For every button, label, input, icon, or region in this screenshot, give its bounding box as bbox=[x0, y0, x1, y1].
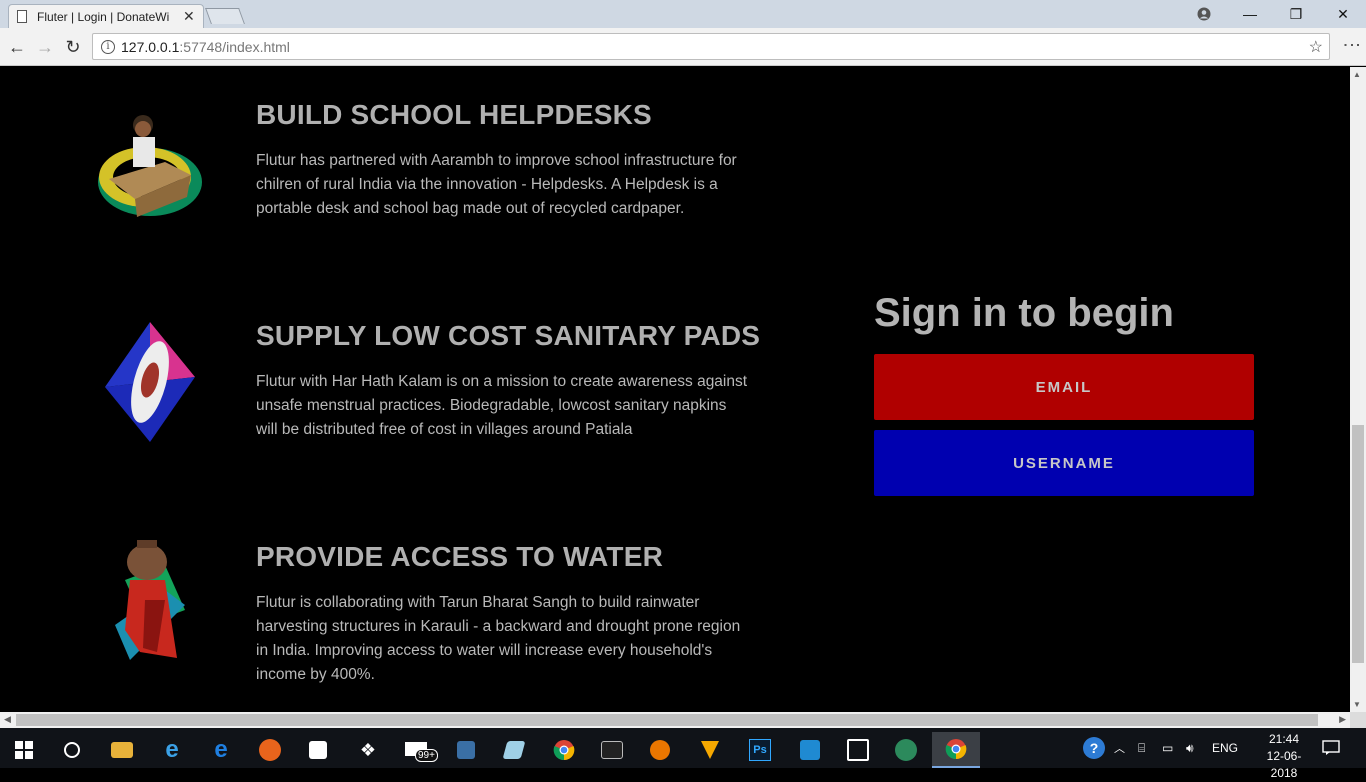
helpdesk-illustration bbox=[98, 115, 202, 217]
system-clock[interactable]: 21:44 12-06-2018 bbox=[1254, 731, 1314, 782]
scrollbar-corner bbox=[1350, 712, 1366, 728]
store-icon[interactable] bbox=[294, 732, 342, 768]
url-host: 127.0.0.1 bbox=[121, 38, 180, 55]
show-hidden-icons[interactable]: ︿ bbox=[1114, 728, 1125, 768]
photoshop-icon[interactable]: Ps bbox=[736, 732, 784, 768]
cortana-search-icon[interactable] bbox=[48, 732, 96, 768]
terminal-icon[interactable] bbox=[588, 732, 636, 768]
blender-icon[interactable] bbox=[636, 732, 684, 768]
forward-arrow-icon[interactable]: → bbox=[34, 36, 56, 58]
network-icon[interactable]: ⌸ bbox=[1138, 728, 1145, 768]
python-icon[interactable] bbox=[442, 732, 490, 768]
action-center-icon[interactable] bbox=[1322, 728, 1340, 768]
signin-title: Sign in to begin bbox=[874, 291, 1174, 335]
email-signin-button[interactable]: EMAIL bbox=[874, 354, 1254, 420]
username-signin-button[interactable]: USERNAME bbox=[874, 430, 1254, 496]
tab-title: Fluter | Login | DonateWi bbox=[37, 9, 170, 24]
notes-app-icon[interactable] bbox=[490, 732, 538, 768]
atom-icon[interactable] bbox=[882, 732, 930, 768]
info-icon[interactable]: i bbox=[101, 39, 115, 54]
clock-date: 12-06-2018 bbox=[1266, 749, 1302, 780]
vscode-icon[interactable] bbox=[786, 732, 834, 768]
cause-title: PROVIDE ACCESS TO WATER bbox=[256, 541, 664, 572]
scroll-down-icon[interactable]: ▼ bbox=[1353, 700, 1361, 709]
reload-icon[interactable]: ↻ bbox=[62, 36, 84, 58]
horizontal-scroll-thumb[interactable] bbox=[16, 714, 1318, 726]
mail-badge-icon[interactable]: 99+ bbox=[394, 732, 442, 768]
vertical-scrollbar[interactable]: ▲ ▼ bbox=[1350, 67, 1366, 712]
app-window-icon[interactable] bbox=[834, 732, 882, 768]
tab-close-icon[interactable]: ✕ bbox=[183, 8, 195, 25]
edge-icon[interactable]: e bbox=[197, 732, 245, 768]
cause-title: BUILD SCHOOL HELPDESKS bbox=[256, 99, 652, 130]
url-path: :57748/index.html bbox=[179, 38, 290, 55]
help-icon[interactable]: ? bbox=[1083, 728, 1105, 768]
vlc-icon[interactable] bbox=[686, 732, 734, 768]
file-explorer-icon[interactable] bbox=[98, 732, 146, 768]
document-icon bbox=[17, 10, 27, 23]
sanitary-pad-illustration bbox=[105, 322, 195, 442]
internet-explorer-icon[interactable]: e bbox=[148, 732, 196, 768]
notification-badge: 99+ bbox=[415, 749, 438, 762]
bookmark-star-icon[interactable]: ☆ bbox=[1309, 37, 1323, 57]
window-close-icon[interactable]: ✕ bbox=[1320, 0, 1366, 28]
browser-toolbar: ← → ↻ i 127.0.0.1:57748/index.html ☆ ⋮ bbox=[0, 28, 1366, 66]
cause-description: Flutur with Har Hath Kalam is on a missi… bbox=[256, 373, 748, 438]
chrome-icon[interactable] bbox=[540, 732, 588, 768]
new-tab-button[interactable] bbox=[205, 8, 245, 24]
dropbox-icon[interactable]: ❖ bbox=[344, 732, 392, 768]
water-pot-illustration bbox=[115, 540, 185, 660]
back-arrow-icon[interactable]: ← bbox=[6, 36, 28, 58]
language-indicator[interactable]: ENG bbox=[1212, 728, 1238, 768]
chrome-active-icon[interactable] bbox=[932, 732, 980, 768]
address-bar[interactable]: i 127.0.0.1:57748/index.html ☆ bbox=[92, 33, 1330, 60]
restore-icon[interactable]: ❐ bbox=[1273, 0, 1319, 28]
cause-title: SUPPLY LOW COST SANITARY PADS bbox=[256, 320, 761, 351]
horizontal-scrollbar[interactable]: ◀ ▶ bbox=[0, 712, 1350, 728]
scroll-left-icon[interactable]: ◀ bbox=[4, 714, 11, 725]
clock-time: 21:44 bbox=[1268, 732, 1300, 746]
battery-icon[interactable]: ▭ bbox=[1162, 728, 1173, 768]
profile-icon[interactable] bbox=[1181, 0, 1227, 28]
cause-description: Flutur has partnered with Aarambh to imp… bbox=[256, 152, 737, 217]
windows-start-icon[interactable] bbox=[0, 732, 48, 768]
vertical-scroll-thumb[interactable] bbox=[1352, 425, 1364, 663]
browser-menu-icon[interactable]: ⋮ bbox=[1342, 36, 1362, 54]
volume-icon[interactable]: 🔊︎ bbox=[1186, 728, 1194, 768]
page-content: BUILD SCHOOL HELPDESKS Flutur has partne… bbox=[0, 67, 1350, 712]
cause-description: Flutur is collaborating with Tarun Bhara… bbox=[256, 594, 741, 683]
browser-tab[interactable]: Fluter | Login | DonateWi ✕ bbox=[8, 4, 204, 28]
windows-taskbar: e e ❖ 99+ Ps ? ︿ ⌸ ▭ 🔊︎ ENG 21:44 12-06-… bbox=[0, 728, 1366, 780]
scroll-right-icon[interactable]: ▶ bbox=[1339, 714, 1346, 725]
scroll-up-icon[interactable]: ▲ bbox=[1353, 70, 1361, 79]
minimize-icon[interactable]: — bbox=[1227, 0, 1273, 28]
browser-tab-bar: Fluter | Login | DonateWi ✕ — ❐ ✕ bbox=[0, 0, 1366, 28]
firefox-icon[interactable] bbox=[246, 732, 294, 768]
